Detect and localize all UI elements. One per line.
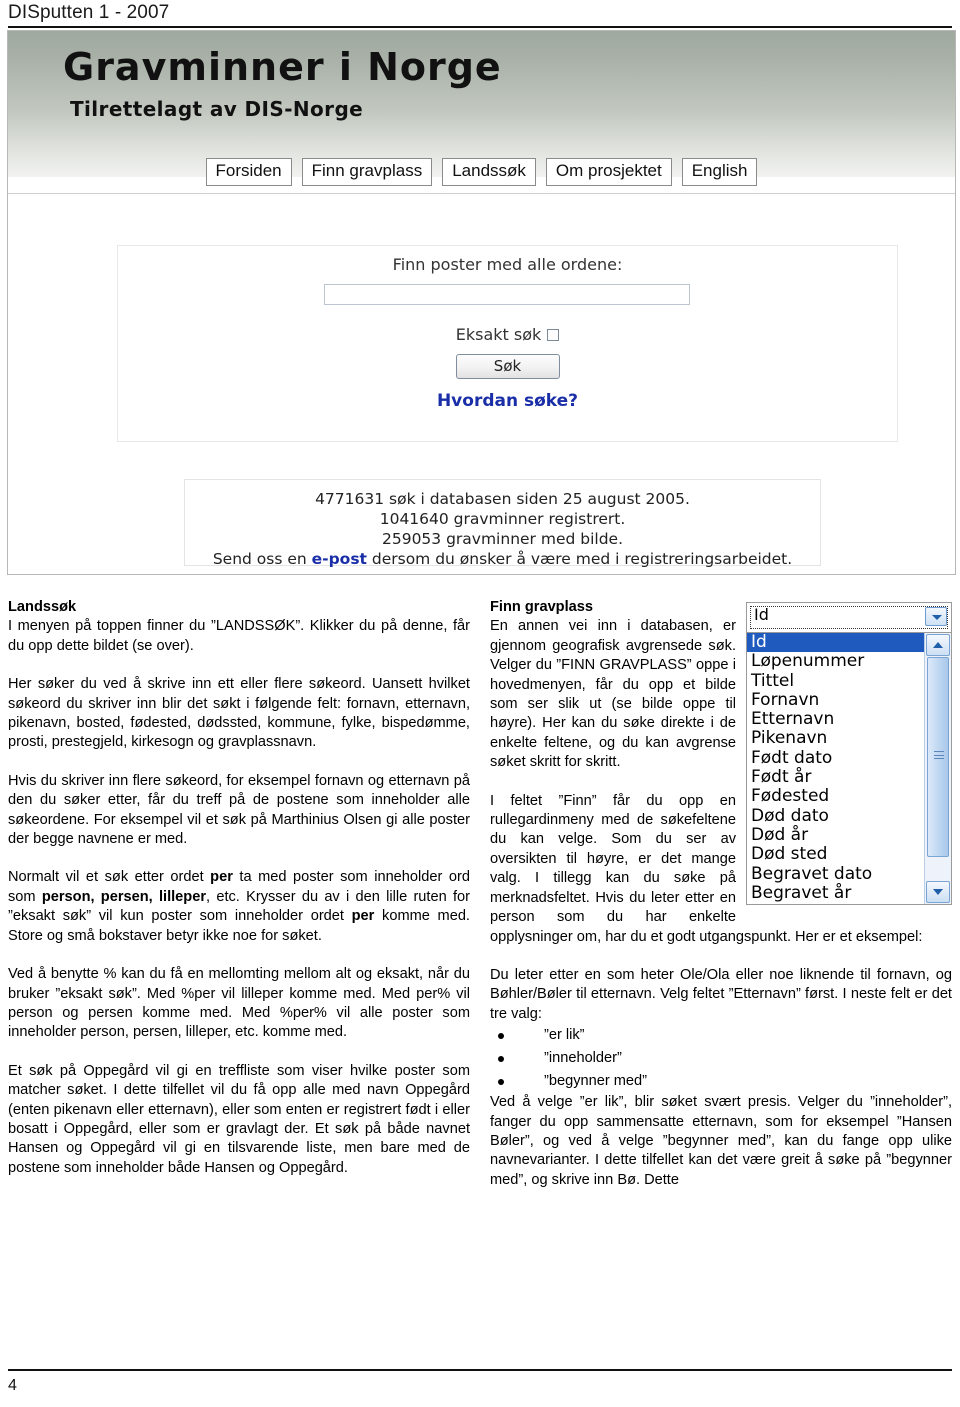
running-head: DISputten 1 - 2007 xyxy=(8,2,170,23)
email-link[interactable]: e-post xyxy=(312,550,367,568)
exact-search-label: Eksakt søk xyxy=(455,325,542,344)
stats-searches-count: 4771631 søk i databasen siden 25 august … xyxy=(315,490,690,508)
chevron-down-icon[interactable] xyxy=(925,607,947,626)
site-main-nav: Forsiden Finn gravplass Landssøk Om pros… xyxy=(8,158,955,194)
nav-item-forsiden[interactable]: Forsiden xyxy=(205,158,292,186)
left-paragraph-2: Her søker du ved å skrive inn ett eller … xyxy=(8,676,470,751)
search-panel: Finn poster med alle ordene: Eksakt søk … xyxy=(117,245,898,442)
nav-item-om-prosjektet[interactable]: Om prosjektet xyxy=(545,158,672,186)
lp4-term-per-1: per xyxy=(210,869,233,886)
finn-field-combobox[interactable]: Id xyxy=(746,602,952,633)
lp4-term-per-2: per xyxy=(351,908,375,925)
search-input[interactable] xyxy=(324,284,690,305)
search-panel-label: Finn poster med alle ordene: xyxy=(392,255,623,274)
site-body: Finn poster med alle ordene: Eksakt søk … xyxy=(8,194,955,574)
search-operator-bullet-list: ”er lik” ”inneholder” ”begynner med” xyxy=(490,1024,952,1093)
dropdown-option-tittel[interactable]: Tittel xyxy=(747,671,924,691)
exact-search-checkbox[interactable] xyxy=(547,329,560,341)
dropdown-option-pikenavn[interactable]: Pikenavn xyxy=(747,729,924,749)
left-paragraph-5: Ved å benytte % kan du få en mellomting … xyxy=(8,966,470,1041)
lp4-a: Normalt vil et søk etter ordet xyxy=(8,869,211,886)
exact-search-row: Eksakt søk xyxy=(118,325,897,344)
site-subtitle: Tilrettelagt av DIS-Norge xyxy=(70,97,364,121)
dropdown-illustration: Id Id Løpenummer Tittel Fornavn Etternav… xyxy=(746,602,952,905)
right-paragraph-3: Du leter etter en som heter Ole/Ola elle… xyxy=(490,966,952,1022)
bullet-inneholder: ”inneholder” xyxy=(490,1047,952,1070)
statistics-panel: 4771631 søk i databasen siden 25 august … xyxy=(184,479,821,569)
dropdown-option-lopenummer[interactable]: Løpenummer xyxy=(747,651,924,671)
dropdown-option-begravet-ar[interactable]: Begravet år xyxy=(747,883,924,903)
header-divider xyxy=(8,26,952,28)
dropdown-option-bosted[interactable]: Bosted xyxy=(747,902,924,904)
dropdown-option-list[interactable]: Id Løpenummer Tittel Fornavn Etternavn P… xyxy=(746,633,952,905)
search-button-row: Søk xyxy=(118,354,897,379)
left-paragraph-1: I menyen på toppen finner du ”LANDSSØK”.… xyxy=(8,618,470,654)
stats-contact-prefix: Send oss en xyxy=(212,550,312,568)
left-column: Landssøk I menyen på toppen finner du ”L… xyxy=(8,598,470,1178)
stats-contact-suffix: dersom du ønsker å være med i registreri… xyxy=(366,550,793,568)
scroll-down-icon[interactable] xyxy=(926,881,950,903)
dropdown-option-dod-ar[interactable]: Død år xyxy=(747,825,924,845)
lp4-terms-list: person, persen, lilleper xyxy=(41,888,207,905)
bullet-begynner-med: ”begynner med” xyxy=(490,1070,952,1093)
nav-item-finn-gravplass[interactable]: Finn gravplass xyxy=(301,158,433,186)
dropdown-option-fodt-dato[interactable]: Født dato xyxy=(747,748,924,768)
scroll-up-icon[interactable] xyxy=(926,634,950,656)
site-header-banner: Gravminner i Norge Tilrettelagt av DIS-N… xyxy=(8,31,955,177)
nav-item-landssok[interactable]: Landssøk xyxy=(442,158,536,186)
dropdown-scrollbar[interactable] xyxy=(924,633,951,904)
dropdown-option-fodested[interactable]: Fødested xyxy=(747,787,924,807)
page-number: 4 xyxy=(8,1377,17,1394)
right-column: Id Id Løpenummer Tittel Fornavn Etternav… xyxy=(490,598,952,1190)
dropdown-options-container: Id Løpenummer Tittel Fornavn Etternavn P… xyxy=(747,633,924,904)
search-button[interactable]: Søk xyxy=(455,354,560,379)
dropdown-option-dod-dato[interactable]: Død dato xyxy=(747,806,924,826)
scrollbar-thumb[interactable] xyxy=(927,657,949,857)
scrollbar-grip-icon xyxy=(934,751,944,759)
combobox-focus-outline xyxy=(750,606,948,629)
left-paragraph-3: Hvis du skriver inn flere søkeord, for e… xyxy=(8,772,470,848)
site-title: Gravminner i Norge xyxy=(63,45,502,89)
combobox-selected-value: Id xyxy=(754,605,769,624)
nav-item-english[interactable]: English xyxy=(681,158,758,186)
bullet-er-lik: ”er lik” xyxy=(490,1024,952,1047)
how-to-search-link[interactable]: Hvordan søke? xyxy=(118,391,897,411)
left-paragraph-6: Et søk på Oppegård vil gi en treffliste … xyxy=(8,1062,470,1176)
dropdown-option-id[interactable]: Id xyxy=(747,633,924,653)
dropdown-option-fornavn[interactable]: Fornavn xyxy=(747,690,924,710)
right-paragraph-4: Ved å velge ”er lik”, blir søket svært p… xyxy=(490,1094,952,1188)
stats-with-image-count: 259053 gravminner med bilde. xyxy=(381,530,624,548)
left-paragraph-4: Normalt vil et søk etter ordet per ta me… xyxy=(8,868,470,946)
left-column-heading: Landssøk xyxy=(8,599,77,615)
embedded-screenshot-figure: Gravminner i Norge Tilrettelagt av DIS-N… xyxy=(7,30,956,575)
stats-contact-line: Send oss en e-post dersom du ønsker å væ… xyxy=(185,549,820,569)
dropdown-option-dod-sted[interactable]: Død sted xyxy=(747,844,924,864)
dropdown-option-begravet-dato[interactable]: Begravet dato xyxy=(747,864,924,884)
footer-divider xyxy=(8,1369,952,1371)
dropdown-option-fodt-ar[interactable]: Født år xyxy=(747,767,924,787)
stats-records-count: 1041640 gravminner registrert. xyxy=(379,510,626,528)
dropdown-option-etternavn[interactable]: Etternavn xyxy=(747,709,924,729)
